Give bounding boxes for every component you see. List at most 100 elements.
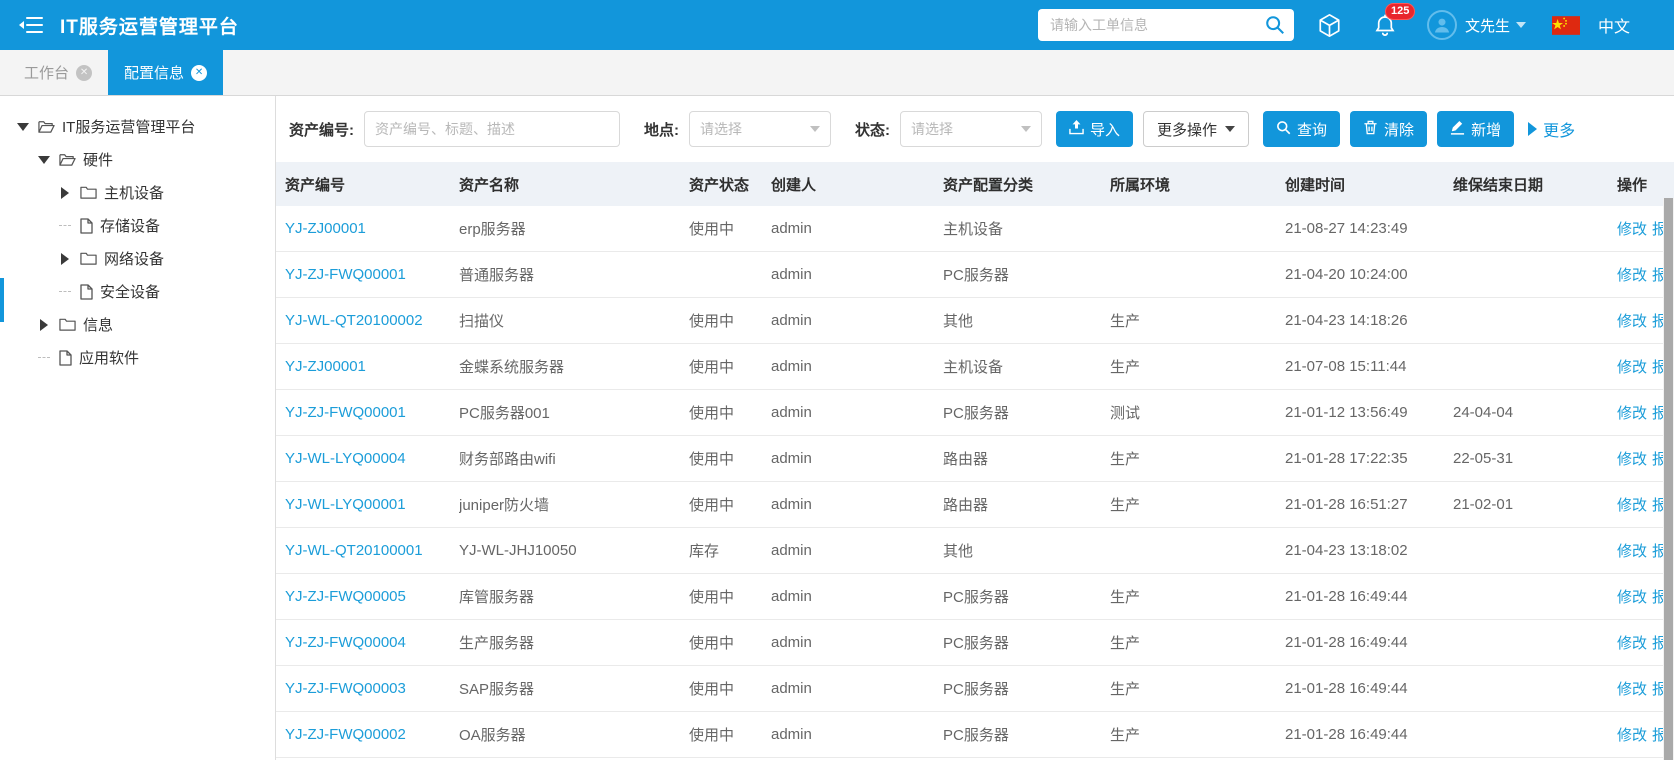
more-actions-button[interactable]: 更多操作: [1143, 111, 1249, 147]
trash-icon: [1363, 120, 1378, 139]
vertical-scrollbar[interactable]: [1663, 198, 1674, 760]
file-icon: [80, 284, 93, 300]
cell-asset-status: 使用中: [689, 402, 771, 423]
table-row[interactable]: YJ-ZJ00001金蝶系统服务器使用中admin主机设备生产21-07-08 …: [276, 344, 1674, 390]
cell-asset-code[interactable]: YJ-ZJ-FWQ00001: [285, 404, 459, 421]
table-row[interactable]: YJ-ZJ-FWQ00004生产服务器使用中adminPC服务器生产21-01-…: [276, 620, 1674, 666]
scrollbar-thumb[interactable]: [1664, 198, 1673, 760]
table-row[interactable]: YJ-ZJ00001erp服务器使用中admin主机设备21-08-27 14:…: [276, 206, 1674, 252]
cell-creator: admin: [771, 220, 943, 237]
cell-asset-name: 金蝶系统服务器: [459, 356, 689, 377]
cell-created-time: 21-07-08 15:11:44: [1285, 358, 1453, 375]
tree-item[interactable]: IT服务运营管理平台: [0, 110, 275, 143]
cell-asset-code[interactable]: YJ-ZJ-FWQ00004: [285, 634, 459, 651]
tree-item[interactable]: 安全设备: [0, 275, 275, 308]
workorder-search[interactable]: [1038, 9, 1294, 41]
cell-asset-code[interactable]: YJ-ZJ00001: [285, 220, 459, 237]
tree-item-label: 信息: [83, 314, 113, 335]
table-row[interactable]: YJ-ZJ-FWQ00002OA服务器使用中adminPC服务器生产21-01-…: [276, 712, 1674, 758]
row-action-edit[interactable]: 修改: [1617, 543, 1647, 560]
folder-icon: [59, 317, 76, 332]
location-select[interactable]: 请选择: [689, 111, 831, 147]
more-link[interactable]: 更多: [1528, 117, 1575, 141]
expander-open-icon[interactable]: [37, 156, 51, 164]
col-environment: 所属环境: [1110, 174, 1285, 195]
table-row[interactable]: YJ-ZJ-FWQ00003SAP服务器使用中adminPC服务器生产21-01…: [276, 666, 1674, 712]
cell-created-time: 21-01-12 13:56:49: [1285, 404, 1453, 421]
add-button[interactable]: 新增: [1437, 111, 1514, 147]
row-action-edit[interactable]: 修改: [1617, 635, 1647, 652]
tree-item[interactable]: 网络设备: [0, 242, 275, 275]
row-action-edit[interactable]: 修改: [1617, 727, 1647, 744]
cell-asset-code[interactable]: YJ-ZJ00001: [285, 358, 459, 375]
avatar[interactable]: [1427, 10, 1457, 40]
notifications-bell[interactable]: 125: [1373, 13, 1397, 38]
folder-icon: [80, 185, 97, 200]
cell-asset-code[interactable]: YJ-WL-QT20100002: [285, 312, 459, 329]
row-action-edit[interactable]: 修改: [1617, 589, 1647, 606]
table-row[interactable]: YJ-WL-LYQ00001juniper防火墙使用中admin路由器生产21-…: [276, 482, 1674, 528]
user-menu-caret-icon[interactable]: [1516, 22, 1526, 28]
cell-environment: 生产: [1110, 586, 1285, 607]
expander-closed-icon[interactable]: [37, 319, 51, 331]
query-button[interactable]: 查询: [1263, 111, 1340, 147]
tab-config-info[interactable]: 配置信息 ✕: [108, 50, 223, 95]
tab-label: 配置信息: [124, 62, 184, 83]
expander-closed-icon[interactable]: [58, 253, 72, 265]
tree-item[interactable]: 硬件: [0, 143, 275, 176]
tree-item[interactable]: 主机设备: [0, 176, 275, 209]
cell-asset-status: 使用中: [689, 586, 771, 607]
row-action-edit[interactable]: 修改: [1617, 359, 1647, 376]
table-row[interactable]: YJ-WL-LYQ00004财务部路由wifi使用中admin路由器生产21-0…: [276, 436, 1674, 482]
assets-table: 资产编号 资产名称 资产状态 创建人 资产配置分类 所属环境 创建时间 维保结束…: [276, 162, 1674, 758]
row-action-edit[interactable]: 修改: [1617, 451, 1647, 468]
table-row[interactable]: YJ-ZJ-FWQ00001PC服务器001使用中adminPC服务器测试21-…: [276, 390, 1674, 436]
tree-item[interactable]: 存储设备: [0, 209, 275, 242]
tab-workbench[interactable]: 工作台 ✕: [8, 50, 108, 95]
tree-connector: [58, 291, 72, 292]
expander-closed-icon[interactable]: [58, 187, 72, 199]
tree-item-label: 网络设备: [104, 248, 164, 269]
asset-code-input[interactable]: [364, 111, 620, 147]
cube-icon[interactable]: [1316, 12, 1343, 39]
cell-asset-status: 使用中: [689, 494, 771, 515]
row-action-edit[interactable]: 修改: [1617, 681, 1647, 698]
cell-asset-name: 库管服务器: [459, 586, 689, 607]
tab-close-icon[interactable]: ✕: [76, 65, 92, 81]
sidebar-scroll-indicator[interactable]: [0, 278, 4, 322]
tree-item[interactable]: 信息: [0, 308, 275, 341]
cell-asset-code[interactable]: YJ-ZJ-FWQ00005: [285, 588, 459, 605]
cell-asset-code[interactable]: YJ-ZJ-FWQ00001: [285, 266, 459, 283]
username[interactable]: 文先生: [1465, 15, 1510, 36]
row-action-edit[interactable]: 修改: [1617, 313, 1647, 330]
row-action-edit[interactable]: 修改: [1617, 497, 1647, 514]
row-action-edit[interactable]: 修改: [1617, 405, 1647, 422]
row-action-edit[interactable]: 修改: [1617, 221, 1647, 238]
import-button[interactable]: 导入: [1056, 111, 1133, 147]
cell-creator: admin: [771, 588, 943, 605]
tab-close-icon[interactable]: ✕: [191, 65, 207, 81]
search-icon[interactable]: [1264, 14, 1286, 36]
expander-open-icon[interactable]: [16, 123, 30, 131]
cell-asset-code[interactable]: YJ-WL-LYQ00004: [285, 450, 459, 467]
folder-open-icon: [38, 119, 55, 134]
tree-item[interactable]: 应用软件: [0, 341, 275, 374]
row-action-edit[interactable]: 修改: [1617, 267, 1647, 284]
table-row[interactable]: YJ-ZJ-FWQ00005库管服务器使用中adminPC服务器生产21-01-…: [276, 574, 1674, 620]
cell-asset-code[interactable]: YJ-ZJ-FWQ00003: [285, 680, 459, 697]
search-input[interactable]: [1050, 17, 1264, 33]
cell-asset-code[interactable]: YJ-ZJ-FWQ00002: [285, 726, 459, 743]
col-created-time: 创建时间: [1285, 174, 1453, 195]
table-row[interactable]: YJ-ZJ-FWQ00001普通服务器adminPC服务器21-04-20 10…: [276, 252, 1674, 298]
tab-label: 工作台: [24, 62, 69, 83]
table-row[interactable]: YJ-WL-QT20100001YJ-WL-JHJ10050库存admin其他2…: [276, 528, 1674, 574]
menu-fold-icon[interactable]: [18, 14, 44, 36]
status-select[interactable]: 请选择: [900, 111, 1042, 147]
col-creator: 创建人: [771, 174, 943, 195]
cell-asset-code[interactable]: YJ-WL-QT20100001: [285, 542, 459, 559]
clear-button[interactable]: 清除: [1350, 111, 1427, 147]
cell-asset-code[interactable]: YJ-WL-LYQ00001: [285, 496, 459, 513]
table-row[interactable]: YJ-WL-QT20100002扫描仪使用中admin其他生产21-04-23 …: [276, 298, 1674, 344]
col-asset-status: 资产状态: [689, 174, 771, 195]
language-switch[interactable]: 中文: [1598, 13, 1630, 37]
